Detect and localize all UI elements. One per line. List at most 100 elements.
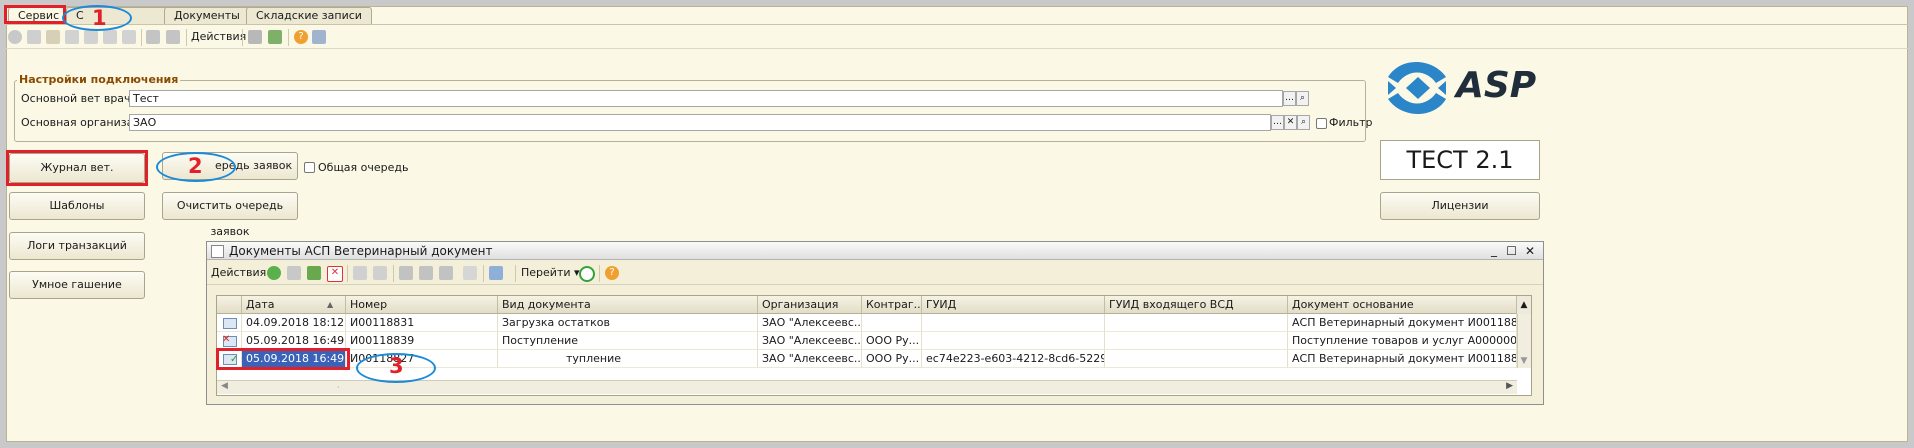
edit-icon[interactable] (307, 266, 321, 280)
shared-queue-checkbox[interactable] (304, 162, 315, 173)
grid-header-counterparty[interactable]: Контраг... (862, 296, 922, 314)
asp-logo: ASP (1380, 55, 1540, 125)
cell-counterparty: ООО Ру... (862, 332, 922, 350)
tab-documents[interactable]: Документы (164, 7, 250, 24)
cell-counterparty (862, 314, 922, 332)
version-display: ТЕСТ 2.1 (1380, 140, 1540, 180)
sort-desc-icon[interactable] (166, 30, 180, 44)
move-icon[interactable] (103, 30, 117, 44)
edit-icon[interactable] (46, 30, 60, 44)
filter-off-icon[interactable] (463, 266, 477, 280)
highlight-journal-button (6, 150, 148, 186)
annotation-number-2: 2 (188, 154, 203, 178)
organization-field[interactable]: ЗАО (129, 114, 1271, 131)
add-icon[interactable] (267, 266, 281, 280)
templates-button[interactable]: Шаблоны (9, 192, 145, 220)
cell-base-doc: АСП Ветеринарный документ И00118827 (1288, 350, 1517, 368)
cell-doc-type: тупление (498, 350, 758, 368)
window-actions-menu[interactable]: Действия ▾ (211, 266, 275, 279)
highlight-selected-row (216, 348, 350, 370)
toolbar-separator (242, 29, 243, 46)
scroll-thumb[interactable]: · (337, 383, 340, 392)
find-icon[interactable] (373, 266, 387, 280)
grid-header-organization[interactable]: Организация (758, 296, 862, 314)
delete-icon[interactable]: ✕ (327, 266, 343, 282)
maximize-icon[interactable]: ☐ (1506, 242, 1517, 260)
scroll-right-button[interactable]: ▶ (1506, 381, 1513, 391)
scroll-up-button[interactable]: ▲ (1517, 296, 1531, 314)
help-icon[interactable]: ? (605, 266, 619, 280)
copy-icon[interactable] (27, 30, 41, 44)
annotation-number-3: 3 (389, 354, 404, 378)
goto-menu[interactable]: Перейти ▾ (521, 266, 580, 279)
transaction-logs-button[interactable]: Логи транзакций (9, 232, 145, 260)
copy-icon[interactable] (287, 266, 301, 280)
toolbar-separator (141, 29, 142, 46)
cell-incoming-guid (1105, 314, 1288, 332)
filter-icon[interactable] (399, 266, 413, 280)
close-icon[interactable]: ✕ (1525, 242, 1535, 260)
minimize-icon[interactable]: _ (1491, 241, 1497, 259)
smart-cancel-button[interactable]: Умное гашение (9, 271, 145, 299)
search-icon[interactable]: ⌕ (1296, 91, 1309, 106)
main-toolbar: Действия ▾ ? (6, 24, 1908, 49)
clear-queue-button[interactable]: Очистить очередь заявок (162, 192, 298, 238)
cell-guid (922, 314, 1105, 332)
cell-incoming-guid (1105, 350, 1288, 368)
cell-guid (922, 332, 1105, 350)
licenses-button[interactable]: Лицензии (1380, 192, 1540, 220)
arrow-down-icon[interactable] (122, 30, 136, 44)
refresh-icon[interactable] (579, 266, 595, 282)
scroll-down-button[interactable]: ▼ (1517, 356, 1531, 368)
sort-asc-icon: ▲ (327, 300, 334, 309)
toolbar-separator (288, 29, 289, 46)
cell-date: 04.09.2018 18:12:... (242, 314, 346, 332)
grid-header-number[interactable]: Номер (346, 296, 498, 314)
structure-icon[interactable] (489, 266, 503, 280)
toolbar-separator (347, 265, 348, 282)
add-icon[interactable] (8, 30, 22, 44)
shared-queue-label: Общая очередь (318, 161, 409, 174)
delete-icon[interactable] (65, 30, 79, 44)
doc-status-icon (217, 314, 242, 332)
grid-header-guid[interactable]: ГУИД (922, 296, 1105, 314)
actions-menu[interactable]: Действия ▾ (191, 30, 255, 43)
settings-grid-icon[interactable] (312, 30, 326, 44)
search-icon[interactable]: ⌕ (1297, 115, 1310, 130)
grid-header-doc-type[interactable]: Вид документа (498, 296, 758, 314)
ellipsis-button[interactable]: … (1271, 115, 1284, 130)
cell-incoming-guid (1105, 332, 1288, 350)
grid-header-base-doc[interactable]: Документ основание (1288, 296, 1517, 314)
clear-icon[interactable]: ✕ (1284, 115, 1297, 130)
vet-doctor-field[interactable]: Тест (129, 90, 1283, 107)
grid-header-icon-col (217, 296, 242, 314)
cell-counterparty: ООО Ру... (862, 350, 922, 368)
ellipsis-button[interactable]: … (1283, 91, 1296, 106)
folder-icon[interactable] (84, 30, 98, 44)
cell-number: И00118831 (346, 314, 498, 332)
toolbar-separator (393, 265, 394, 282)
horizontal-scrollbar[interactable]: ◀ · ▶ (217, 380, 1517, 394)
sort-asc-icon[interactable] (146, 30, 160, 44)
toolbar-separator (515, 265, 516, 282)
grid-header-incoming-guid[interactable]: ГУИД входящего ВСД (1105, 296, 1288, 314)
cell-base-doc: Поступление товаров и услуг А0000000102 … (1288, 332, 1517, 350)
filter-checkbox[interactable] (1316, 118, 1327, 129)
filter-value-icon[interactable] (419, 266, 433, 280)
cell-guid: ec74e223-e603-4212-8cd6-52296... (922, 350, 1105, 368)
tab-bar: Сервис С Документы Складские записи (6, 6, 1908, 24)
print-icon[interactable] (248, 30, 262, 44)
filter-list-icon[interactable] (439, 266, 453, 280)
cell-doc-type: Загрузка остатков (498, 314, 758, 332)
upload-icon[interactable] (268, 30, 282, 44)
window-title: Документы АСП Ветеринарный документ (229, 244, 493, 258)
swap-icon[interactable] (353, 266, 367, 280)
filter-label: Фильтр (1329, 116, 1373, 129)
vet-doctor-label: Основной вет врач: (21, 92, 135, 105)
toolbar-separator (186, 29, 187, 46)
cell-doc-type: Поступление (498, 332, 758, 350)
help-icon[interactable]: ? (294, 30, 308, 44)
scroll-left-button[interactable]: ◀ (221, 381, 228, 391)
window-toolbar: Действия ▾ ✕ Перейти ▾ ? (207, 261, 1543, 285)
tab-warehouse-records[interactable]: Складские записи (246, 7, 372, 24)
